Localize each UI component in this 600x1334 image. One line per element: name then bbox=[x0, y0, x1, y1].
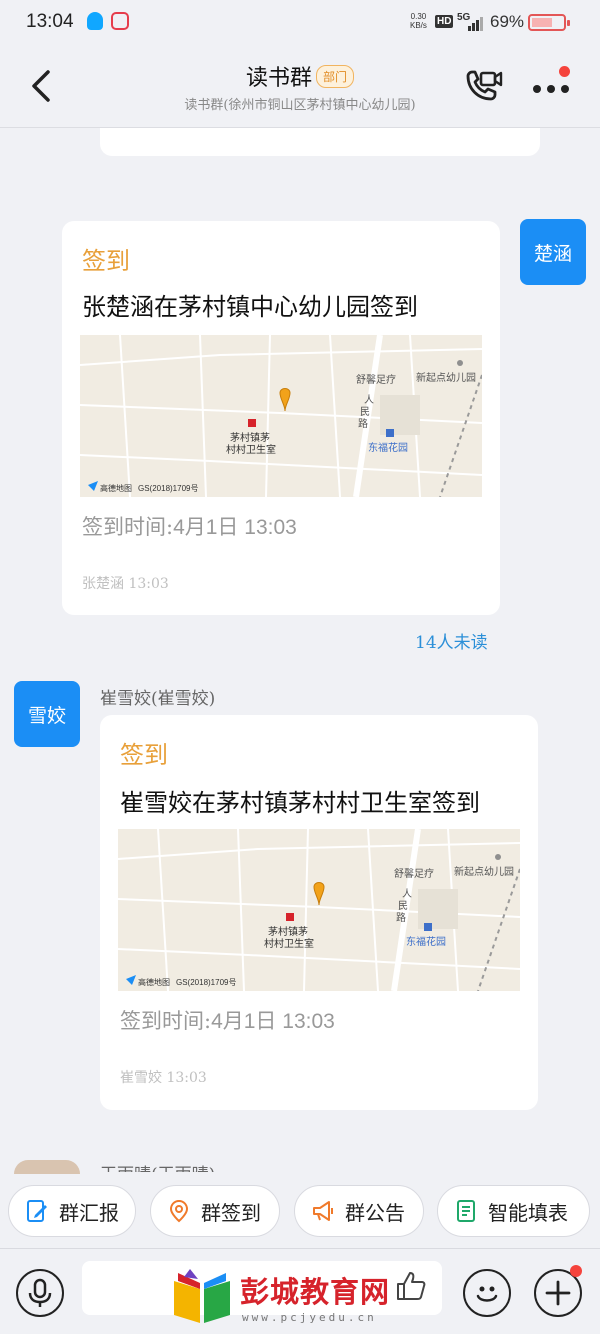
quick-action-label: 群签到 bbox=[201, 1200, 261, 1225]
watermark-url: www.pcjyedu.cn bbox=[242, 1311, 377, 1324]
network-speed: 0.30 KB/s bbox=[410, 12, 427, 30]
group-announcement-button[interactable]: 群公告 bbox=[294, 1185, 424, 1237]
network-speed-unit: KB/s bbox=[410, 21, 427, 30]
map-poi-clinic: 茅村镇茅 bbox=[268, 925, 308, 938]
group-report-button[interactable]: 群汇报 bbox=[8, 1185, 136, 1237]
map-road-2: 民 bbox=[398, 900, 408, 912]
status-bar: 13:04 0.30 KB/s HD 5G 69% bbox=[0, 0, 600, 46]
map-road-3: 路 bbox=[358, 417, 368, 430]
notification-dot bbox=[570, 1265, 582, 1277]
department-tag: 部门 bbox=[316, 64, 355, 88]
form-icon bbox=[457, 1200, 475, 1222]
smart-form-button[interactable]: 智能填表 bbox=[437, 1185, 590, 1237]
notification-dot bbox=[559, 66, 570, 77]
map-poi-clinic-2: 村村卫生室 bbox=[226, 443, 276, 456]
report-icon bbox=[27, 1200, 47, 1222]
map-image: 茅村镇茅 村村卫生室 舒馨足疗 新起点幼儿园 人 民 路 东福花园 高德地图 G… bbox=[80, 335, 482, 497]
voice-input-button[interactable] bbox=[16, 1269, 64, 1317]
checkin-text: 张楚涵在茅村镇中心幼儿园签到 bbox=[82, 293, 418, 321]
watermark: 彭城教育网 www.pcjyedu.cn bbox=[170, 1267, 430, 1327]
quick-action-label: 群公告 bbox=[345, 1200, 405, 1225]
qq-notification-icon bbox=[87, 12, 103, 30]
microphone-icon bbox=[28, 1278, 52, 1307]
input-bar: 彭城教育网 www.pcjyedu.cn bbox=[0, 1248, 600, 1334]
location-pin-icon bbox=[169, 1199, 189, 1223]
previous-message-card bbox=[100, 128, 540, 156]
map-thumbnail[interactable]: 茅村镇茅 村村卫生室 舒馨足疗 新起点幼儿园 人 民 路 东福花园 高德地图 G… bbox=[80, 335, 482, 497]
emoji-button[interactable] bbox=[463, 1269, 511, 1317]
message-footer: 张楚涵 13:03 bbox=[82, 576, 169, 592]
checkin-card[interactable]: 签到 崔雪姣在茅村镇茅村村卫生室签到 茅村镇茅 村村卫生室 舒馨足疗 新起点幼儿… bbox=[100, 715, 538, 1110]
checkin-label: 签到 bbox=[120, 741, 168, 769]
map-image: 茅村镇茅 村村卫生室 舒馨足疗 新起点幼儿园 人 民 路 东福花园 高德地图 G… bbox=[118, 829, 520, 991]
hd-icon: HD bbox=[435, 15, 454, 28]
book-logo-icon bbox=[174, 1269, 230, 1323]
quick-actions-bar: 群汇报 群签到 群公告 智能填表 bbox=[0, 1176, 600, 1248]
checkin-time-label: 签到时间: bbox=[82, 515, 174, 539]
page-title: 读书群 bbox=[245, 66, 312, 91]
map-poi-kinder: 新起点幼儿园 bbox=[454, 865, 514, 878]
page-subtitle: 读书群(徐州市铜山区茅村镇中心幼儿园) bbox=[184, 98, 416, 113]
map-brand: 高德地图 bbox=[100, 483, 132, 493]
title-block: 读书群 部门 bbox=[0, 60, 600, 92]
app-notification-icon bbox=[111, 12, 129, 30]
map-poi-kinder: 新起点幼儿园 bbox=[416, 371, 476, 384]
unread-count-link[interactable]: 14人未读 bbox=[415, 628, 488, 653]
map-road-2: 民 bbox=[360, 406, 370, 418]
checkin-time-value: 4月1日 13:03 bbox=[211, 1010, 335, 1033]
sender-name: 崔雪姣(崔雪姣) bbox=[100, 689, 216, 709]
emoji-icon bbox=[476, 1286, 498, 1302]
map-license: GS(2018)1709号 bbox=[138, 484, 198, 493]
watermark-text: 彭城教育网 bbox=[240, 1275, 391, 1309]
map-poi-clinic: 茅村镇茅 bbox=[230, 431, 270, 444]
avatar[interactable]: 雪姣 bbox=[14, 681, 80, 747]
checkin-label: 签到 bbox=[82, 247, 130, 275]
avatar[interactable] bbox=[14, 1160, 80, 1174]
map-poi-garden: 东福花园 bbox=[368, 441, 408, 454]
map-road-3: 路 bbox=[396, 911, 406, 924]
battery-percent: 69% bbox=[490, 12, 525, 31]
checkin-time: 签到时间:4月1日 13:03 bbox=[82, 511, 297, 541]
signal-icon bbox=[466, 17, 484, 31]
checkin-time: 签到时间:4月1日 13:03 bbox=[120, 1005, 335, 1035]
checkin-text: 崔雪姣在茅村镇茅村村卫生室签到 bbox=[120, 789, 480, 817]
checkin-card[interactable]: 签到 张楚涵在茅村镇中心幼儿园签到 茅村镇茅 村村卫生室 舒馨足疗 新起点幼儿园… bbox=[62, 221, 500, 615]
megaphone-icon bbox=[313, 1201, 333, 1221]
map-license: GS(2018)1709号 bbox=[176, 978, 236, 987]
map-poi-foot: 舒馨足疗 bbox=[394, 867, 434, 880]
group-checkin-button[interactable]: 群签到 bbox=[150, 1185, 280, 1237]
map-poi-clinic-2: 村村卫生室 bbox=[264, 937, 314, 950]
avatar[interactable]: 楚涵 bbox=[520, 219, 586, 285]
message-footer: 崔雪姣 13:03 bbox=[120, 1070, 207, 1086]
quick-action-label: 群汇报 bbox=[59, 1200, 119, 1225]
map-brand: 高德地图 bbox=[138, 977, 170, 987]
checkin-time-label: 签到时间: bbox=[120, 1009, 212, 1033]
video-call-icon[interactable] bbox=[462, 68, 504, 106]
plus-icon bbox=[545, 1280, 571, 1306]
map-road-1: 人 bbox=[364, 394, 374, 406]
map-road-1: 人 bbox=[402, 888, 412, 900]
checkin-time-value: 4月1日 13:03 bbox=[173, 516, 297, 539]
map-poi-foot: 舒馨足疗 bbox=[356, 373, 396, 386]
chat-header: 读书群 部门 读书群(徐州市铜山区茅村镇中心幼儿园) bbox=[0, 46, 600, 128]
map-poi-garden: 东福花园 bbox=[406, 935, 446, 948]
map-thumbnail[interactable]: 茅村镇茅 村村卫生室 舒馨足疗 新起点幼儿园 人 民 路 东福花园 高德地图 G… bbox=[118, 829, 520, 991]
battery-icon bbox=[528, 14, 570, 31]
quick-action-label: 智能填表 bbox=[488, 1200, 568, 1225]
status-time: 13:04 bbox=[26, 11, 74, 32]
more-options-icon[interactable] bbox=[528, 74, 574, 100]
sender-name: 王雨晴(王雨晴) bbox=[100, 1160, 215, 1172]
network-speed-value: 0.30 bbox=[410, 12, 427, 21]
